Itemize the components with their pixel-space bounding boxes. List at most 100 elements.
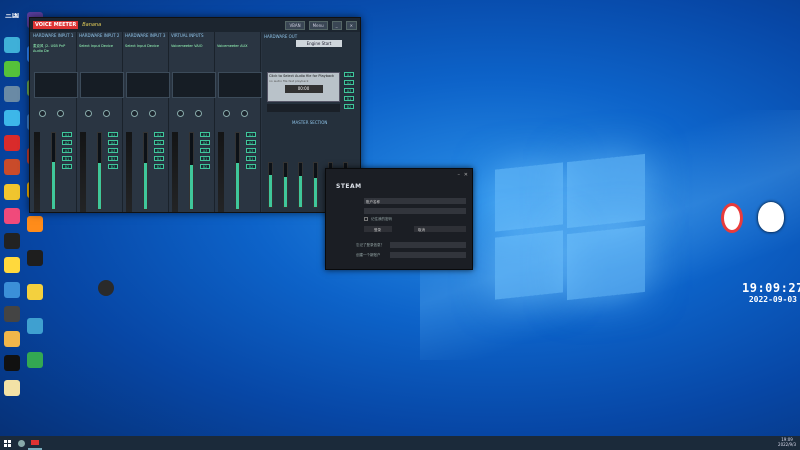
desktop-icon[interactable] (1, 36, 23, 53)
output-bus-a1[interactable]: A1 (344, 72, 354, 77)
minimize-button[interactable]: _ (331, 20, 342, 30)
desktop-icon[interactable] (1, 85, 23, 102)
bus-button-b1[interactable]: B1 (62, 156, 72, 161)
bus-button-b1[interactable]: B1 (200, 156, 210, 161)
bus-button-a2[interactable]: A2 (108, 140, 118, 145)
strip-device[interactable]: Voicemeeter VAIO (169, 44, 214, 48)
knob-control[interactable] (223, 110, 230, 117)
knob-control[interactable] (57, 110, 64, 117)
desktop-icon[interactable] (24, 318, 46, 334)
taskbar-steam-icon[interactable] (14, 436, 28, 450)
strip-device[interactable]: 麦克风 (2- USB PnP Audio De (31, 44, 76, 53)
bus-button-a2[interactable]: A2 (154, 140, 164, 145)
system-tray-clock[interactable]: 19:09 2022/9/3 (778, 437, 796, 447)
start-button[interactable] (0, 436, 14, 450)
bus-button-b2[interactable]: B2 (108, 164, 118, 169)
output-bus-b2[interactable]: B2 (344, 104, 354, 109)
bus-button-a3[interactable]: A3 (108, 148, 118, 153)
knob-control[interactable] (195, 110, 202, 117)
bus-button-a2[interactable]: A2 (200, 140, 210, 145)
desktop-icon[interactable] (1, 134, 23, 151)
intellipan-panel[interactable] (126, 72, 170, 98)
intellipan-panel[interactable] (80, 72, 124, 98)
bus-button-a1[interactable]: A1 (200, 132, 210, 137)
strip-device[interactable]: Voicemeeter AUX (215, 44, 260, 48)
desktop-icon[interactable] (1, 110, 23, 126)
transport-controls[interactable] (267, 104, 340, 112)
steam-login-window[interactable]: – ✕ STEAM 账户名称 记住我的密码 登录 取消 忘记了登录信息？ 创建一… (325, 168, 473, 270)
close-icon[interactable]: ✕ (345, 20, 357, 30)
steam-minimize-icon[interactable]: – (458, 172, 461, 178)
intellipan-panel[interactable] (172, 72, 216, 98)
desktop-icon[interactable] (24, 284, 46, 300)
bus-button-a3[interactable]: A3 (62, 148, 72, 153)
taskbar-voicemeeter-icon[interactable] (28, 436, 42, 450)
knob-control[interactable] (241, 110, 248, 117)
output-bus-b1[interactable]: B1 (344, 96, 354, 101)
desktop-icon[interactable] (1, 379, 23, 396)
remember-checkbox[interactable] (364, 217, 368, 221)
desktop-icon[interactable] (24, 216, 46, 232)
steam-login-button[interactable]: 登录 (364, 226, 392, 232)
bus-button-a3[interactable]: A3 (200, 148, 210, 153)
master-fader[interactable] (283, 162, 288, 208)
knob-control[interactable] (39, 110, 46, 117)
output-bus-a2[interactable]: A2 (344, 80, 354, 85)
master-fader[interactable] (313, 162, 318, 208)
steam-cancel-button[interactable]: 取消 (414, 226, 466, 232)
intellipan-panel[interactable] (34, 72, 78, 98)
desktop-icon[interactable] (1, 61, 23, 77)
desktop-icon[interactable] (1, 232, 23, 249)
master-fader[interactable] (298, 162, 303, 208)
desktop-icon[interactable] (24, 250, 46, 266)
strip-device[interactable]: Select Input Device (123, 44, 168, 48)
bus-button-b2[interactable]: B2 (62, 164, 72, 169)
bus-button-a1[interactable]: A1 (154, 132, 164, 137)
desktop-icon[interactable] (24, 352, 46, 368)
bus-button-b1[interactable]: B1 (154, 156, 164, 161)
intellipan-panel[interactable] (218, 72, 262, 98)
bus-button-b1[interactable]: B1 (246, 156, 256, 161)
steam-password-field[interactable] (364, 208, 466, 214)
fader-gain[interactable] (97, 132, 102, 210)
menu-button[interactable]: Menu (308, 20, 328, 30)
fader-gain[interactable] (51, 132, 56, 210)
knob-control[interactable] (177, 110, 184, 117)
knob-control[interactable] (149, 110, 156, 117)
bus-button-a1[interactable]: A1 (246, 132, 256, 137)
engine-start-button[interactable]: Engine Start (296, 40, 342, 47)
vban-button[interactable]: VBAN (285, 20, 305, 30)
bus-button-a3[interactable]: A3 (154, 148, 164, 153)
desktop-icon[interactable] (1, 330, 23, 347)
bus-button-a3[interactable]: A3 (246, 148, 256, 153)
bus-button-a2[interactable]: A2 (62, 140, 72, 145)
desktop-icon[interactable]: 三国 (1, 12, 23, 18)
bus-button-b2[interactable]: B2 (154, 164, 164, 169)
strip-device[interactable]: Select Input Device (77, 44, 122, 48)
knob-control[interactable] (131, 110, 138, 117)
desktop-icon[interactable] (1, 355, 23, 371)
steam-username-field[interactable]: 账户名称 (364, 198, 466, 204)
forgot-button[interactable] (390, 242, 466, 248)
voicemeeter-window[interactable]: VOICE MEETER Banana VBAN Menu _ ✕ HARDWA… (29, 17, 361, 213)
fader-gain[interactable] (143, 132, 148, 210)
desktop-icon[interactable] (1, 306, 23, 322)
bus-button-a1[interactable]: A1 (108, 132, 118, 137)
desktop-icon[interactable] (1, 183, 23, 200)
desktop-icon[interactable] (1, 281, 23, 298)
steam-close-icon[interactable]: ✕ (464, 172, 468, 178)
cassette-player[interactable]: Click to Select Audio file for Playback … (267, 72, 340, 102)
desktop-icon[interactable] (1, 208, 23, 224)
output-bus-a3[interactable]: A3 (344, 88, 354, 93)
desktop-icon-game[interactable] (95, 280, 117, 296)
bus-button-a1[interactable]: A1 (62, 132, 72, 137)
knob-control[interactable] (103, 110, 110, 117)
master-fader[interactable] (268, 162, 273, 208)
bus-button-a2[interactable]: A2 (246, 140, 256, 145)
fader-gain[interactable] (235, 132, 240, 210)
desktop-icon[interactable] (1, 159, 23, 175)
desktop-icon[interactable] (1, 257, 23, 273)
knob-control[interactable] (85, 110, 92, 117)
bus-button-b2[interactable]: B2 (246, 164, 256, 169)
create-account-button[interactable] (390, 252, 466, 258)
